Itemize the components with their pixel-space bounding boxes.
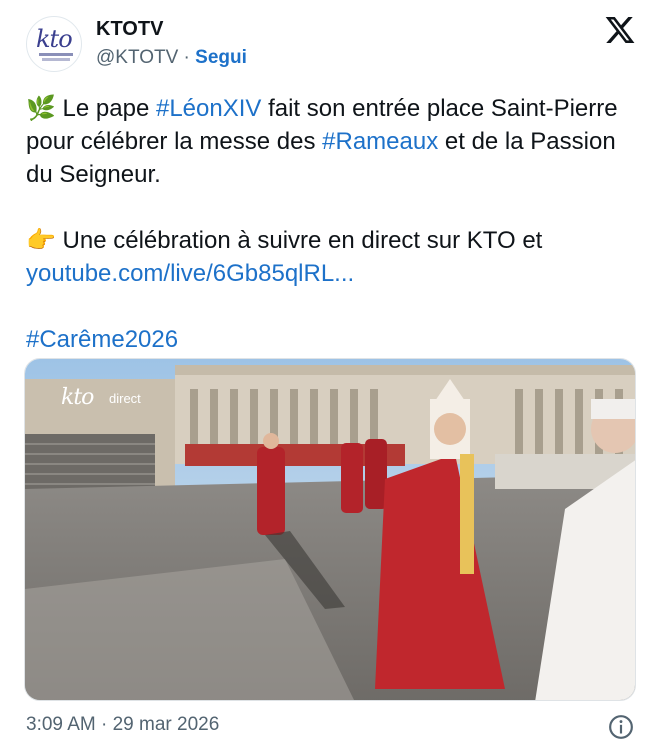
follow-button[interactable]: Segui (195, 47, 247, 68)
avatar[interactable]: kto (26, 16, 82, 72)
logo-underline (39, 53, 73, 56)
herb-emoji: 🌿 (26, 95, 56, 122)
tweet-card: kto KTOTV @KTOTV · Segui 🌿 Le pape #Léon… (0, 0, 665, 750)
tweet-paragraph-1: 🌿 Le pape #LéonXIV fait son entrée place… (26, 92, 646, 191)
info-icon[interactable] (608, 714, 634, 740)
square-scene-image (25, 359, 635, 700)
tweet-timestamp[interactable]: 3:09 AM · 29 mar 2026 (26, 714, 219, 736)
separator: · (178, 47, 196, 68)
handle-row: @KTOTV · Segui (96, 47, 247, 69)
account-handle[interactable]: @KTOTV (96, 47, 178, 68)
hashtag-rameaux[interactable]: #Rameaux (322, 128, 438, 155)
tweet-paragraph-2: 👉 Une célébration à suivre en direct sur… (26, 224, 646, 290)
tweet-media-image[interactable]: kto direct (24, 358, 636, 701)
hashtag-careme2026[interactable]: #Carême2026 (26, 326, 178, 353)
account-name[interactable]: KTOTV (96, 18, 163, 41)
logo-underline-2 (42, 58, 70, 61)
kto-overlay-logo: kto (61, 385, 94, 410)
x-logo-icon[interactable] (604, 14, 636, 46)
text-segment: Une célébration à suivre en direct sur K… (55, 227, 543, 254)
youtube-link[interactable]: youtube.com/live/6Gb85qlRL... (26, 260, 354, 287)
tweet-paragraph-3: #Carême2026 (26, 323, 646, 356)
tweet-text: 🌿 Le pape #LéonXIV fait son entrée place… (26, 92, 646, 356)
kto-logo: kto (36, 25, 73, 53)
hashtag-leonxiv[interactable]: #LéonXIV (156, 95, 261, 122)
text-segment: Le pape (55, 95, 156, 122)
direct-overlay-label: direct (109, 391, 141, 406)
pointing-hand-emoji: 👉 (26, 227, 56, 254)
